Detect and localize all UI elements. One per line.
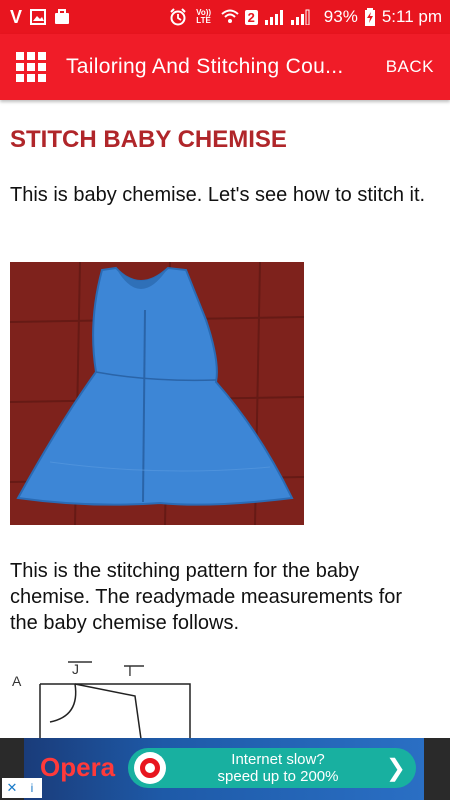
alarm-icon [169, 8, 187, 26]
briefcase-icon [54, 9, 70, 25]
ad-info-icon[interactable]: i [22, 778, 42, 798]
grid-menu-icon[interactable] [16, 52, 46, 82]
ad-line-2: speed up to 200% [217, 768, 339, 785]
opera-logo-icon [134, 752, 166, 784]
sim-badge: 2 [244, 9, 258, 25]
ad-cta-text: Internet slow? speed up to 200% [178, 751, 378, 785]
ad-banner[interactable]: Opera Internet slow? speed up to 200% ❯ … [0, 738, 450, 800]
volte-label: Vo)) LTE [196, 8, 212, 25]
chevron-right-icon: ❯ [385, 755, 406, 782]
carrier-icon: V [10, 6, 23, 27]
gallery-icon [30, 9, 47, 25]
ad-line-1: Internet slow? [231, 751, 325, 768]
pattern-label-j: J [72, 661, 79, 677]
battery-percent: 93% [323, 7, 358, 26]
wifi-icon [220, 9, 239, 25]
pattern-description: This is the stitching pattern for the ba… [10, 560, 403, 634]
ad-cta-button[interactable]: Internet slow? speed up to 200% ❯ [128, 748, 416, 788]
signal-icon [264, 9, 284, 25]
back-button[interactable]: BACK [386, 57, 434, 77]
ad-close-icon[interactable]: ✕ [2, 778, 22, 798]
article-heading: STITCH BABY CHEMISE [10, 126, 287, 153]
battery-charging-icon [364, 8, 376, 26]
clock: 5:11 pm [381, 7, 442, 26]
app-title: Tailoring And Stitching Cou... [66, 55, 344, 78]
app-bar: Tailoring And Stitching Cou... BACK [0, 34, 450, 100]
stitching-pattern-diagram: A J I [12, 661, 191, 738]
intro-text: This is baby chemise. Let's see how to s… [10, 184, 426, 206]
opera-ad[interactable]: Opera Internet slow? speed up to 200% ❯ [24, 738, 424, 800]
baby-chemise-photo [10, 262, 304, 525]
signal-2-icon [290, 9, 310, 25]
article-content[interactable]: STITCH BABY CHEMISE This is baby chemise… [0, 100, 450, 738]
pattern-label-a: A [12, 673, 22, 689]
status-bar: V Vo)) LTE 2 93% 5:11 pm [0, 0, 450, 34]
opera-brand: Opera [40, 752, 116, 782]
